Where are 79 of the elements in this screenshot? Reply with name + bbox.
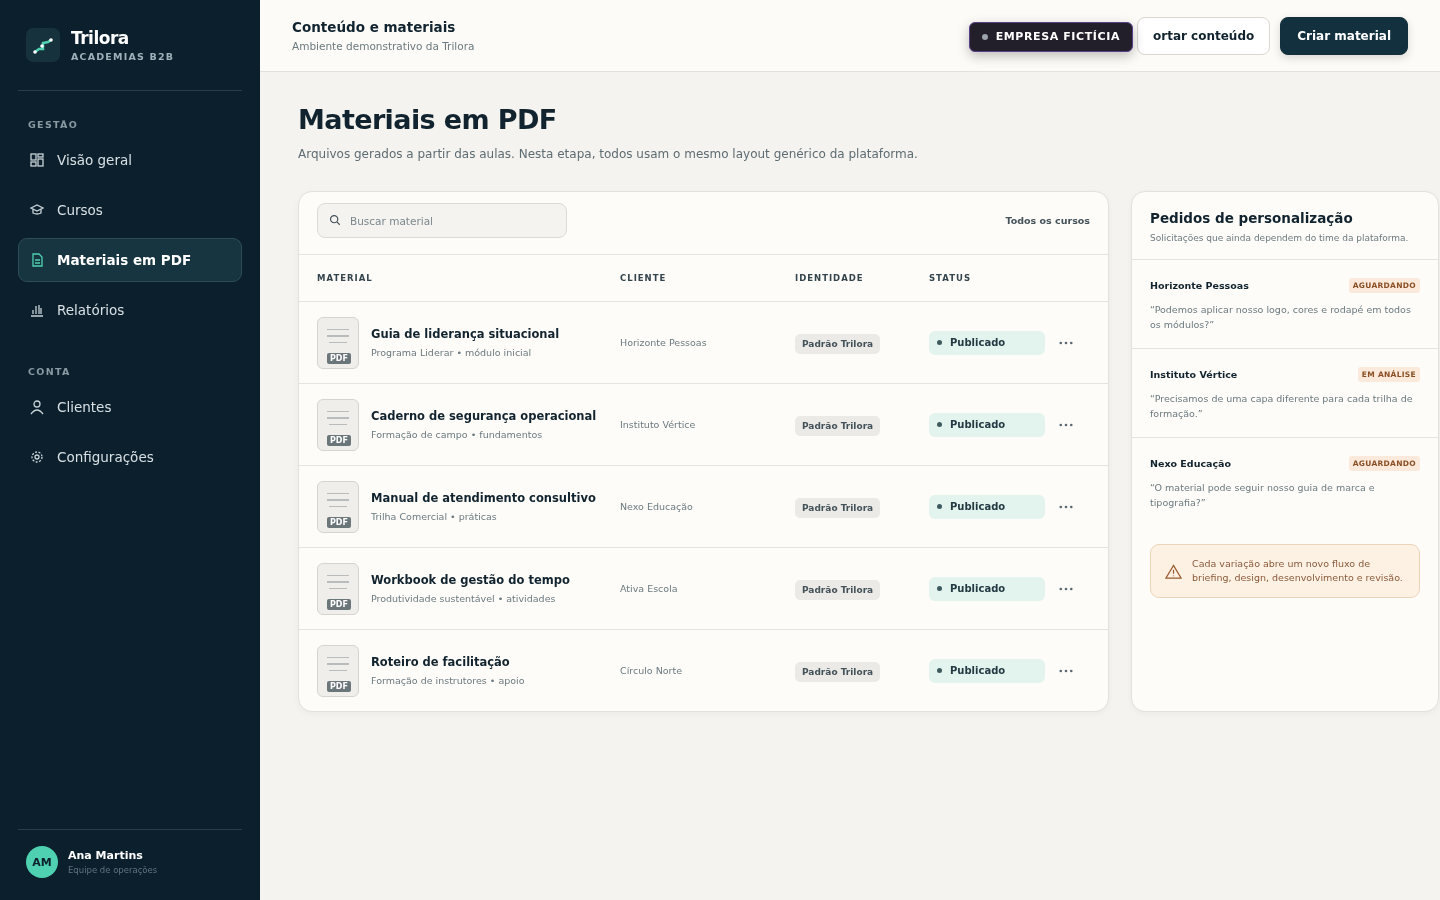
material-title: Caderno de segurança operacional: [371, 409, 597, 423]
status-badge: Publicado: [929, 494, 1045, 519]
status-badge: Publicado: [929, 412, 1045, 437]
client-cell-text: Nexo Educação: [620, 501, 694, 512]
material-subtitle: Programa Liderar • módulo inicial: [371, 347, 533, 358]
user-role: Equipe de operações: [68, 865, 158, 875]
identity-tag: Padrão Trilora: [795, 661, 881, 682]
client-cell-text: Ativa Escola: [620, 583, 679, 594]
column-header: MATERIAL: [317, 273, 374, 283]
request-quote: “Precisamos de uma capa diferente para cada trilha de formação.”: [1150, 392, 1414, 421]
client-cell-text: Instituto Vértice: [620, 419, 697, 430]
more-icon[interactable]: [1059, 422, 1073, 427]
material-title: Manual de atendimento consultivo: [371, 491, 596, 505]
sidebar-item[interactable]: Clientes: [18, 385, 242, 429]
status-badge: Publicado: [929, 658, 1045, 683]
material-subtitle: Produtividade sustentável • atividades: [371, 593, 557, 604]
column-header: CLIENTE: [620, 273, 668, 283]
sidebar-item[interactable]: Configurações: [18, 435, 242, 479]
more-icon[interactable]: [1059, 668, 1073, 673]
sidebar-item[interactable]: Cursos: [18, 188, 242, 232]
client-name: Horizonte Pessoas: [1150, 280, 1249, 291]
file-tag: PDF: [327, 434, 351, 446]
sidebar-item[interactable]: Relatórios: [18, 288, 242, 332]
column-header: STATUS: [929, 273, 972, 283]
header-title: Conteúdo e materiais: [292, 19, 457, 35]
material-subtitle: Trilha Comercial • práticas: [371, 511, 498, 522]
brand-tagline: ACADEMIAS B2B: [71, 51, 175, 62]
user-name: Ana Martins: [68, 849, 144, 862]
nav-icon: [29, 399, 45, 415]
create-button[interactable]: Criar material: [1280, 16, 1408, 55]
brand-name: Trilora: [71, 28, 130, 48]
file-tag: PDF: [327, 598, 351, 610]
demo-badge: EMPRESA FICTÍCIA: [968, 21, 1133, 52]
column-header: IDENTIDADE: [795, 273, 865, 283]
status-badge: Publicado: [929, 330, 1045, 355]
identity-tag: Padrão Trilora: [795, 415, 881, 436]
nav-icon: [29, 449, 45, 465]
material-title: Guia de liderança situacional: [371, 327, 560, 341]
user-avatar: AM: [26, 846, 58, 878]
nav-icon: [29, 252, 45, 268]
file-tag: PDF: [327, 516, 351, 528]
file-tag: PDF: [327, 352, 351, 364]
nav-icon: [29, 152, 45, 168]
export-button[interactable]: ortar conteúdo: [1137, 16, 1271, 55]
identity-tag: Padrão Trilora: [795, 579, 881, 600]
nav-icon: [29, 302, 45, 318]
client-name: Instituto Vértice: [1150, 369, 1238, 380]
card-title: Pedidos de personalização: [1150, 210, 1354, 226]
material-subtitle: Formação de campo • fundamentos: [371, 429, 544, 440]
more-icon[interactable]: [1059, 504, 1073, 509]
client-name: Nexo Educação: [1150, 458, 1232, 469]
page-title: Materiais em PDF: [298, 104, 558, 135]
sidebar-item[interactable]: Materiais em PDF: [18, 238, 242, 282]
identity-tag: Padrão Trilora: [795, 497, 881, 518]
nav-icon: [29, 202, 45, 218]
search-icon: [329, 214, 341, 226]
file-tag: PDF: [327, 680, 351, 692]
request-quote: “Podemos aplicar nosso logo, cores e rodapé em todos os módulos?”: [1150, 303, 1412, 332]
page-description: Arquivos gerados a partir das aulas. Nesta etapa, todos usam o mesmo layout genérico da plataforma.: [298, 147, 919, 161]
material-title: Roteiro de facilitação: [371, 655, 511, 669]
logo-icon: [26, 28, 60, 62]
request-quote: “O material pode seguir nosso guia de marca e tipografia?”: [1150, 481, 1376, 510]
more-icon[interactable]: [1059, 340, 1073, 345]
client-cell-text: Círculo Norte: [620, 665, 684, 676]
warning-text: Cada variação abre um novo fluxo de briefing, design, desenvolvimento e revisão.: [1192, 557, 1404, 585]
warning-icon: [1165, 563, 1182, 579]
section-label: CONTA: [27, 366, 72, 377]
course-filter[interactable]: Todos os cursos: [1005, 215, 1090, 226]
search-field[interactable]: Buscar material: [317, 203, 567, 238]
sidebar-item[interactable]: Visão geral: [18, 138, 242, 182]
section-label: GESTÃO: [27, 119, 80, 130]
header-subtitle: Ambiente demonstrativo da Trilora: [292, 40, 475, 52]
client-cell-text: Horizonte Pessoas: [620, 337, 708, 348]
identity-tag: Padrão Trilora: [795, 333, 881, 354]
more-icon[interactable]: [1059, 586, 1073, 591]
status-badge: Publicado: [929, 576, 1045, 601]
card-subtitle: Solicitações que ainda dependem do time da plataforma.: [1150, 233, 1410, 243]
material-subtitle: Formação de instrutores • apoio: [371, 675, 525, 686]
material-title: Workbook de gestão do tempo: [371, 573, 570, 587]
